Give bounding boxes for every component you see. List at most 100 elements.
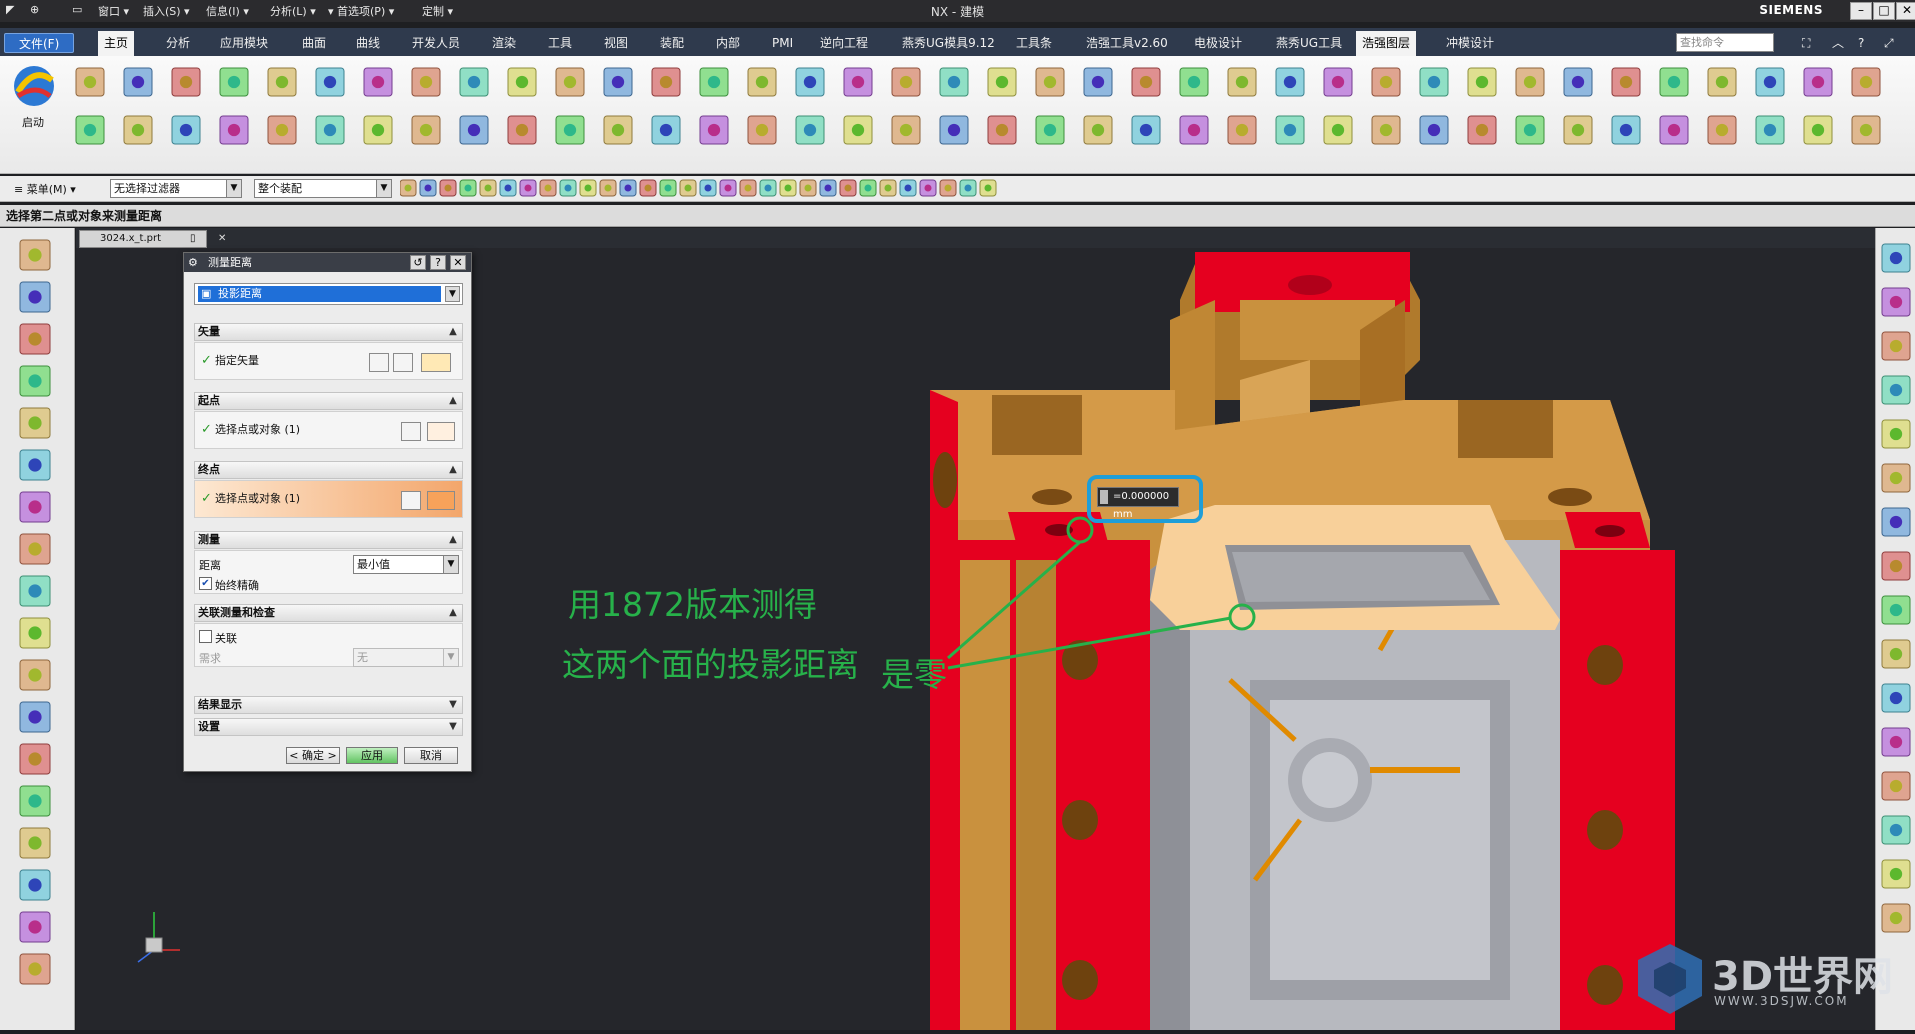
menu-button[interactable]: ≡ 菜单(M) ▾ [14,181,76,197]
snap-option-icon[interactable] [659,179,677,197]
snap-option-icon[interactable] [819,179,837,197]
right-tool-icon[interactable] [1881,639,1911,669]
toolbar-tool-icon[interactable] [1275,67,1305,97]
end-point-row[interactable]: ✓ 选择点或对象 (1) [194,480,463,518]
right-tool-icon[interactable] [1881,595,1911,625]
toolbar-tool-icon[interactable] [459,115,489,145]
toolbar-tool-icon[interactable] [795,115,825,145]
right-tool-icon[interactable] [1881,859,1911,889]
toolbar-tool-icon[interactable] [1035,115,1065,145]
section-settings[interactable]: 设置 ▼ [194,718,463,736]
toolbar-tool-icon[interactable] [267,67,297,97]
toolbar-tool-icon[interactable] [1659,67,1689,97]
right-tool-icon[interactable] [1881,331,1911,361]
snap-option-icon[interactable] [759,179,777,197]
tab-home[interactable]: 主页 [98,31,135,56]
left-tool-icon[interactable] [19,449,51,481]
tab-assembly[interactable]: 装配 [654,33,690,53]
toolbar-tool-icon[interactable] [747,67,777,97]
accurate-checkbox[interactable]: ✔ [199,577,212,590]
pin-icon[interactable]: ▯ [190,231,196,247]
left-tool-icon[interactable] [19,953,51,985]
toolbar-tool-icon[interactable] [699,115,729,145]
toolbar-tool-icon[interactable] [1515,67,1545,97]
right-tool-icon[interactable] [1881,815,1911,845]
start-point-row[interactable]: ✓ 选择点或对象 (1) [194,411,463,449]
left-tool-icon[interactable] [19,407,51,439]
collapse-ribbon-icon[interactable]: ︿ [1826,33,1850,53]
toolbar-tool-icon[interactable] [507,67,537,97]
assembly-scope-select[interactable]: 整个装配 ▼ [254,179,392,198]
left-tool-icon[interactable] [19,281,51,313]
snap-option-icon[interactable] [639,179,657,197]
toolbar-tool-icon[interactable] [363,67,393,97]
toolbar-tool-icon[interactable] [1131,67,1161,97]
cancel-button[interactable]: 取消 [404,747,458,764]
menu-analysis[interactable]: 分析(L) ▾ [270,3,316,19]
close-button[interactable]: ✕ [1896,2,1915,20]
toolbar-tool-icon[interactable] [75,115,105,145]
snap-option-icon[interactable] [779,179,797,197]
tab-view[interactable]: 视图 [598,33,634,53]
select-object-icon[interactable] [427,491,455,510]
help-icon[interactable]: ? [1852,33,1870,53]
toolbar-tool-icon[interactable] [1275,115,1305,145]
toolbar-tool-icon[interactable] [1083,115,1113,145]
toolbar-tool-icon[interactable] [555,115,585,145]
snap-option-icon[interactable] [939,179,957,197]
toolbar-tool-icon[interactable] [1371,67,1401,97]
left-tool-icon[interactable] [19,659,51,691]
toolbar-tool-icon[interactable] [939,115,969,145]
left-tool-icon[interactable] [19,239,51,271]
reverse-direction-icon[interactable] [393,353,413,372]
menu-preferences[interactable]: ▾ 首选项(P) ▾ [328,3,394,19]
type-select[interactable]: ▣ 投影距离 ▼ [194,283,463,305]
toolbar-tool-icon[interactable] [1563,115,1593,145]
right-tool-icon[interactable] [1881,463,1911,493]
menu-insert[interactable]: 插入(S) ▾ [143,3,190,19]
toolbar-tool-icon[interactable] [1803,67,1833,97]
distance-mode-select[interactable]: 最小值 ▼ [353,555,459,574]
toolbar-tool-icon[interactable] [1371,115,1401,145]
toolbar-tool-icon[interactable] [939,67,969,97]
snap-icon-strip[interactable] [400,179,1020,199]
toolbar-tool-icon[interactable] [1419,115,1449,145]
toolbar-tool-icon[interactable] [1755,67,1785,97]
tab-haoqiang-tools[interactable]: 浩强工具v2.60 [1080,33,1174,53]
tab-reverse-engineering[interactable]: 逆向工程 [814,33,874,53]
left-tool-icon[interactable] [19,869,51,901]
snap-option-icon[interactable] [579,179,597,197]
toolbar-tool-icon[interactable] [219,67,249,97]
toolbar-tool-icon[interactable] [1659,115,1689,145]
left-tool-icon[interactable] [19,491,51,523]
snap-option-icon[interactable] [719,179,737,197]
tab-developer[interactable]: 开发人员 [406,33,466,53]
toolbar-tool-icon[interactable] [219,115,249,145]
toolbar-tool-icon[interactable] [1563,67,1593,97]
toolbar-tool-icon[interactable] [315,115,345,145]
toolbar-tool-icon[interactable] [411,67,441,97]
toolbar-tool-icon[interactable] [75,67,105,97]
toolbar-tool-icon[interactable] [1851,67,1881,97]
tab-internal[interactable]: 内部 [710,33,746,53]
toolbar-tool-icon[interactable] [1083,67,1113,97]
toolbar-tool-icon[interactable] [1035,67,1065,97]
tab-haoqiang-layers[interactable]: 浩强图层 [1356,31,1417,56]
toolbar-tool-icon[interactable] [1755,115,1785,145]
toolbar-tool-icon[interactable] [1611,115,1641,145]
left-tool-icon[interactable] [19,743,51,775]
right-tool-icon[interactable] [1881,375,1911,405]
snap-option-icon[interactable] [400,179,417,197]
toolbar-tool-icon[interactable] [843,67,873,97]
snap-option-icon[interactable] [879,179,897,197]
snap-option-icon[interactable] [599,179,617,197]
snap-option-icon[interactable] [699,179,717,197]
toolbar-tool-icon[interactable] [171,115,201,145]
toolbar-tool-icon[interactable] [1179,115,1209,145]
tab-surface[interactable]: 曲面 [296,33,332,53]
snap-icon[interactable]: ⊕ [30,3,39,16]
tab-app-modules[interactable]: 应用模块 [214,33,274,53]
snap-option-icon[interactable] [799,179,817,197]
right-tool-icon[interactable] [1881,683,1911,713]
section-vector[interactable]: 矢量 ▲ [194,323,463,341]
